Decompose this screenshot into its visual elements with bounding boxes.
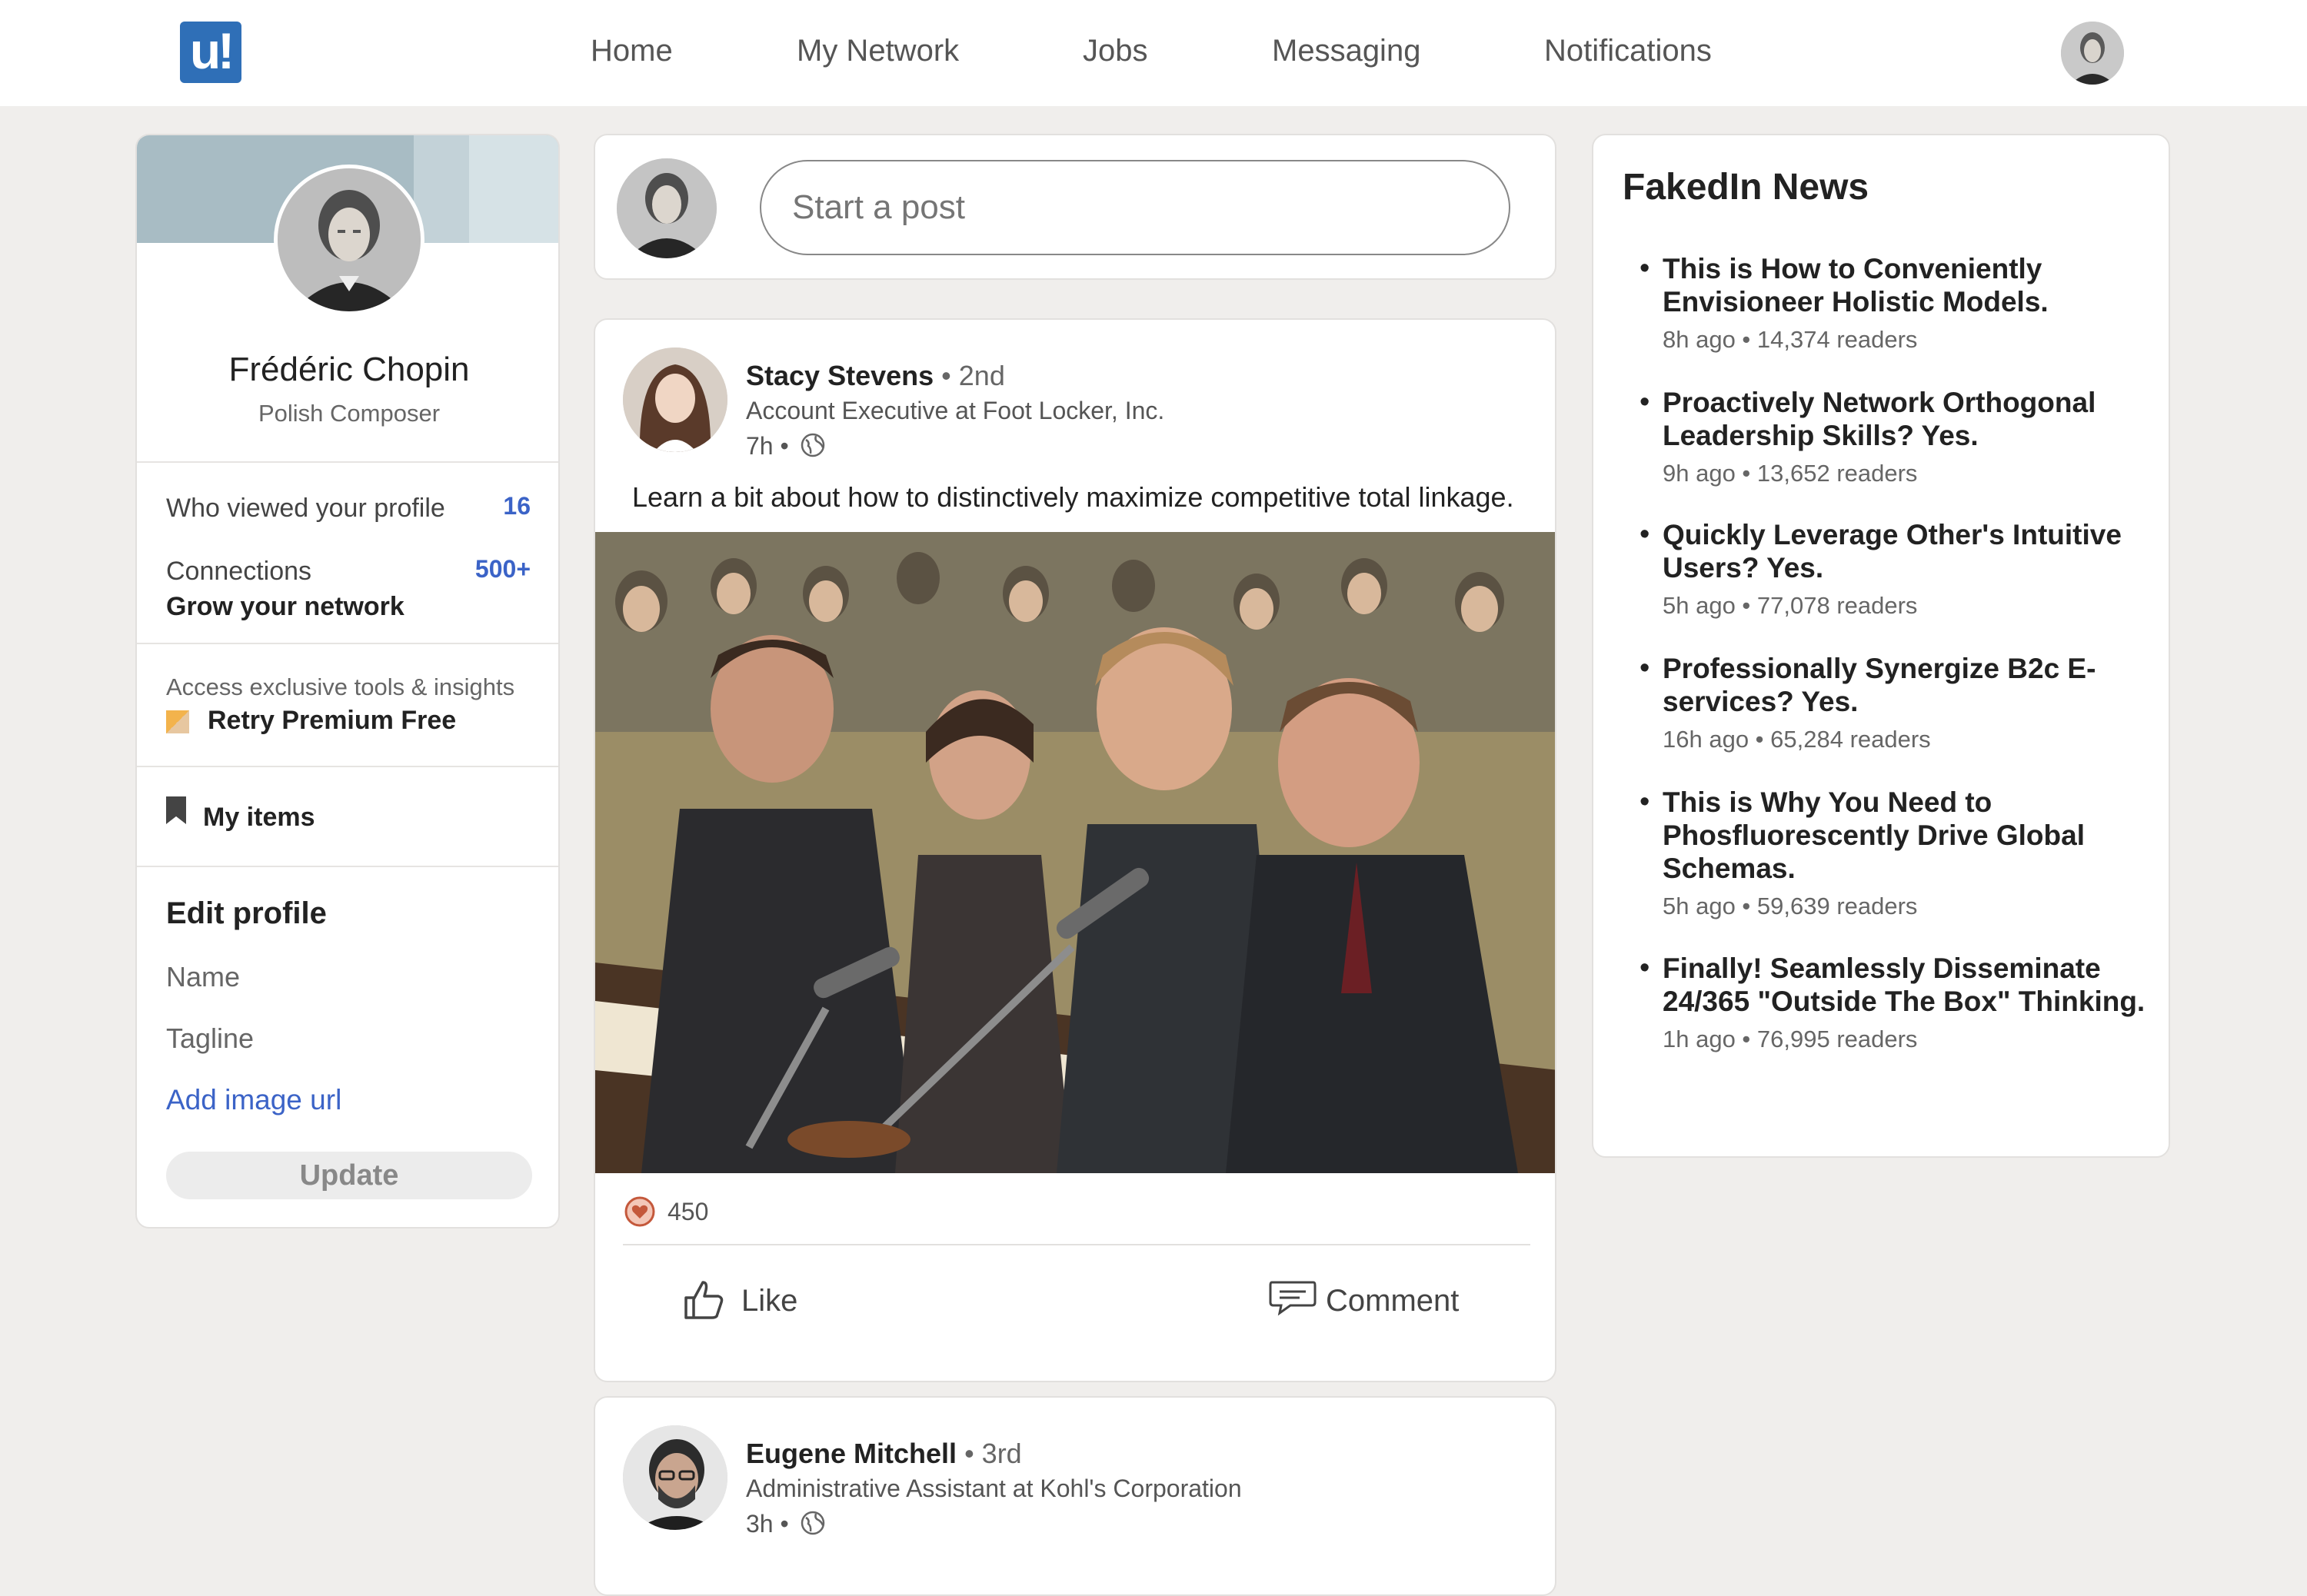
news-title: FakedIn News: [1623, 167, 1869, 208]
nav-user-avatar[interactable]: [2061, 22, 2124, 85]
app-logo[interactable]: u!: [180, 22, 241, 83]
post-text: Learn a bit about how to distinctively m…: [632, 481, 1514, 513]
nav-home[interactable]: Home: [591, 34, 673, 68]
author-avatar[interactable]: [623, 347, 727, 452]
like-label: Like: [741, 1284, 798, 1318]
news-meta: 8h ago • 14,374 readers: [1663, 326, 1918, 353]
update-button[interactable]: Update: [166, 1152, 532, 1199]
news-item[interactable]: • This is Why You Need to Phosfluorescen…: [1640, 786, 2155, 920]
news-item[interactable]: • This is How to Conveniently Envisionee…: [1640, 252, 2155, 354]
news-item[interactable]: • Quickly Leverage Other's Intuitive Use…: [1640, 518, 2155, 620]
news-meta: 5h ago • 77,078 readers: [1663, 592, 1918, 619]
reaction-count[interactable]: 450: [667, 1198, 708, 1226]
nav-jobs[interactable]: Jobs: [1083, 34, 1148, 68]
name-field[interactable]: Name: [166, 961, 240, 993]
feed-post: Eugene Mitchell • 3rd Administrative Ass…: [594, 1396, 1556, 1596]
profile-views-label[interactable]: Who viewed your profile: [166, 494, 445, 524]
heart-reaction-icon: [624, 1196, 655, 1227]
bookmark-icon: [166, 796, 186, 824]
comment-label: Comment: [1326, 1284, 1460, 1318]
news-item[interactable]: • Professionally Synergize B2c E-service…: [1640, 652, 2155, 753]
top-navigation-bar: u! Home My Network Jobs Messaging Notifi…: [0, 0, 2307, 106]
connection-degree: • 3rd: [964, 1438, 1022, 1469]
news-item[interactable]: • Proactively Network Orthogonal Leaders…: [1640, 386, 2155, 487]
divider: [137, 643, 558, 644]
author-avatar[interactable]: [623, 1425, 727, 1530]
post-time: 3h •: [746, 1510, 825, 1538]
author-title: Account Executive at Foot Locker, Inc.: [746, 397, 1165, 424]
divider: [137, 461, 558, 463]
globe-icon: [801, 433, 824, 457]
profile-views-count[interactable]: 16: [503, 492, 531, 520]
news-headline[interactable]: Professionally Synergize B2c E-services?…: [1663, 652, 2155, 718]
edit-profile-title: Edit profile: [166, 896, 327, 930]
comment-button[interactable]: Comment: [1269, 1281, 1460, 1318]
globe-icon: [801, 1511, 824, 1535]
tagline-field[interactable]: Tagline: [166, 1022, 254, 1055]
post-time-text: 7h •: [746, 432, 789, 460]
profile-name[interactable]: Frédéric Chopin: [137, 351, 558, 389]
start-post-input[interactable]: [760, 160, 1510, 255]
like-button[interactable]: Like: [684, 1281, 798, 1319]
news-headline[interactable]: This is Why You Need to Phosfluorescentl…: [1663, 786, 2155, 885]
start-post-card: [594, 134, 1556, 280]
profile-card: Frédéric Chopin Polish Composer Who view…: [135, 134, 560, 1229]
thumbs-up-icon: [684, 1281, 724, 1319]
author-name[interactable]: Eugene Mitchell: [746, 1438, 957, 1469]
retry-premium-link[interactable]: Retry Premium Free: [208, 706, 456, 736]
comment-icon: [1269, 1281, 1317, 1316]
connection-degree: • 2nd: [941, 360, 1005, 391]
grow-network-link[interactable]: Grow your network: [166, 592, 404, 622]
compose-avatar: [617, 158, 717, 258]
news-meta: 1h ago • 76,995 readers: [1663, 1026, 1918, 1052]
news-headline[interactable]: This is How to Conveniently Envisioneer …: [1663, 252, 2155, 318]
connections-count[interactable]: 500+: [475, 555, 531, 584]
post-time: 7h •: [746, 432, 825, 461]
divider: [623, 1244, 1530, 1245]
premium-prompt: Access exclusive tools & insights: [166, 673, 515, 700]
news-headline[interactable]: Finally! Seamlessly Disseminate 24/365 "…: [1663, 952, 2155, 1018]
profile-avatar[interactable]: [274, 165, 424, 315]
add-image-url-link[interactable]: Add image url: [166, 1084, 341, 1116]
news-headline[interactable]: Quickly Leverage Other's Intuitive Users…: [1663, 518, 2155, 584]
news-meta: 16h ago • 65,284 readers: [1663, 726, 1931, 753]
nav-notifications[interactable]: Notifications: [1544, 34, 1712, 68]
profile-tagline: Polish Composer: [258, 400, 441, 427]
nav-my-network[interactable]: My Network: [797, 34, 959, 68]
my-items-link[interactable]: My items: [203, 803, 315, 833]
post-image[interactable]: [595, 532, 1555, 1173]
news-meta: 9h ago • 13,652 readers: [1663, 460, 1918, 487]
news-meta: 5h ago • 59,639 readers: [1663, 893, 1918, 919]
post-time-text: 3h •: [746, 1510, 789, 1538]
divider: [137, 766, 558, 767]
author-line: Stacy Stevens • 2nd: [746, 360, 1005, 392]
nav-messaging[interactable]: Messaging: [1272, 34, 1420, 68]
author-line: Eugene Mitchell • 3rd: [746, 1438, 1022, 1470]
news-headline[interactable]: Proactively Network Orthogonal Leadershi…: [1663, 386, 2155, 452]
divider: [137, 866, 558, 867]
feed-post: Stacy Stevens • 2nd Account Executive at…: [594, 318, 1556, 1382]
author-name[interactable]: Stacy Stevens: [746, 360, 934, 391]
news-item[interactable]: • Finally! Seamlessly Disseminate 24/365…: [1640, 952, 2155, 1053]
connections-label[interactable]: Connections: [166, 557, 311, 587]
premium-icon: [166, 710, 189, 733]
author-title: Administrative Assistant at Kohl's Corpo…: [746, 1475, 1242, 1502]
news-card: FakedIn News • This is How to Convenient…: [1592, 134, 2170, 1158]
